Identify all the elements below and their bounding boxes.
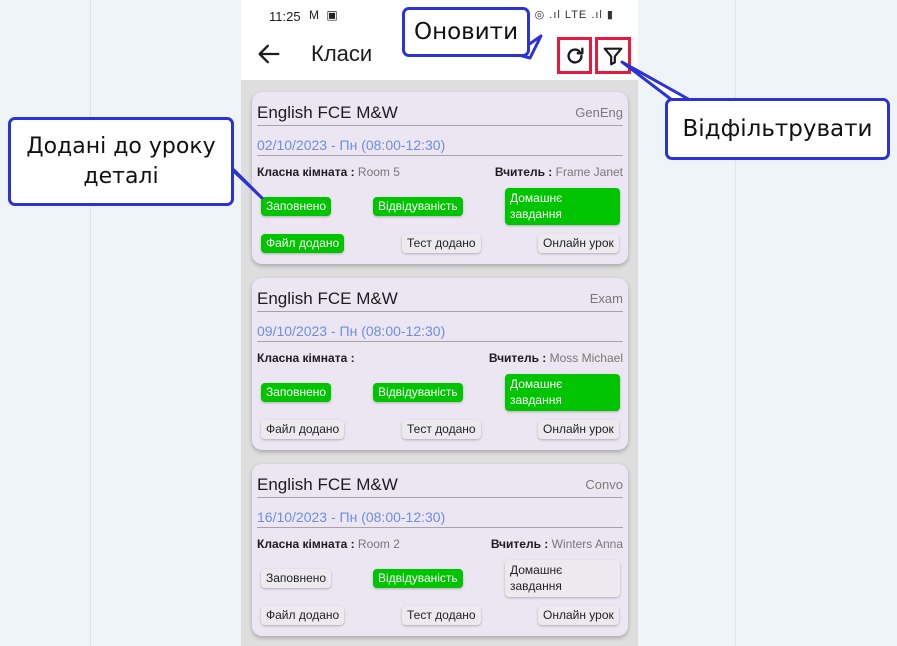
teacher: Вчитель : Moss Michael [488, 351, 623, 365]
online-chip[interactable]: Онлайн урок [538, 606, 619, 625]
lesson-card[interactable]: English FCE M&W Convo 16/10/2023 - Пн (0… [252, 464, 628, 636]
file-chip[interactable]: Файл додано [261, 420, 345, 439]
course-name: English FCE M&W [257, 103, 398, 122]
homework-chip[interactable]: Домашнє завдання [505, 374, 620, 411]
filled-chip[interactable]: Заповнено [261, 569, 332, 588]
file-chip[interactable]: Файл додано [261, 234, 345, 253]
attendance-chip[interactable]: Відвідуваність [373, 383, 463, 402]
teacher: Вчитель : Frame Janet [494, 165, 623, 179]
course-name: English FCE M&W [257, 289, 398, 308]
attendance-chip[interactable]: Відвідуваність [373, 569, 463, 588]
refresh-icon [566, 46, 584, 64]
classroom: Класна кімната : Room 5 [257, 165, 400, 179]
divider [257, 311, 623, 312]
online-chip[interactable]: Онлайн урок [538, 234, 619, 253]
attendance-chip[interactable]: Відвідуваність [373, 197, 463, 216]
test-chip[interactable]: Тест додано [402, 234, 481, 253]
course-name: English FCE M&W [257, 475, 398, 494]
divider [257, 497, 623, 498]
test-chip[interactable]: Тест додано [402, 606, 481, 625]
filled-chip[interactable]: Заповнено [261, 383, 332, 402]
filled-chip[interactable]: Заповнено [261, 197, 332, 216]
homework-chip[interactable]: Домашнє завдання [505, 188, 620, 225]
course-level: Convo [585, 477, 623, 492]
course-level: Exam [589, 291, 623, 306]
lesson-date: 09/10/2023 - Пн (08:00-12:30) [257, 323, 446, 339]
classroom: Класна кімната : [257, 351, 355, 365]
online-chip[interactable]: Онлайн урок [538, 420, 619, 439]
divider [257, 125, 623, 126]
lesson-card[interactable]: English FCE M&W GenEng 02/10/2023 - Пн (… [252, 92, 628, 264]
lesson-list[interactable]: English FCE M&W GenEng 02/10/2023 - Пн (… [241, 80, 638, 646]
lesson-date: 16/10/2023 - Пн (08:00-12:30) [257, 509, 446, 525]
signal-battery-icons: ◎ .ıl LTE .ıl ▮ [534, 9, 614, 21]
teacher: Вчитель : Winters Anna [490, 537, 623, 551]
classroom: Класна кімната : Room 2 [257, 537, 400, 551]
course-level: GenEng [575, 105, 623, 120]
phone-screen: 11:25 M ▣ ◎ .ıl LTE .ıl ▮ Класи English … [241, 0, 638, 646]
notification-icons: M ▣ [309, 8, 340, 22]
refresh-callout: Оновити [402, 7, 530, 57]
lesson-card[interactable]: English FCE M&W Exam 09/10/2023 - Пн (08… [252, 278, 628, 450]
arrow-left-icon[interactable] [255, 40, 283, 68]
homework-chip[interactable]: Домашнє завдання [505, 560, 620, 597]
filter-callout: Відфільтрувати [665, 98, 890, 160]
divider [257, 155, 623, 156]
test-chip[interactable]: Тест додано [402, 420, 481, 439]
page-title: Класи [311, 41, 373, 66]
lesson-date: 02/10/2023 - Пн (08:00-12:30) [257, 137, 446, 153]
divider [257, 341, 623, 342]
filter-icon [603, 47, 623, 65]
refresh-button[interactable] [557, 37, 592, 74]
divider [257, 527, 623, 528]
status-time: 11:25 [269, 9, 301, 24]
details-callout: Додані до уроку деталі [8, 117, 234, 206]
filter-button[interactable] [595, 37, 631, 74]
file-chip[interactable]: Файл додано [261, 606, 345, 625]
